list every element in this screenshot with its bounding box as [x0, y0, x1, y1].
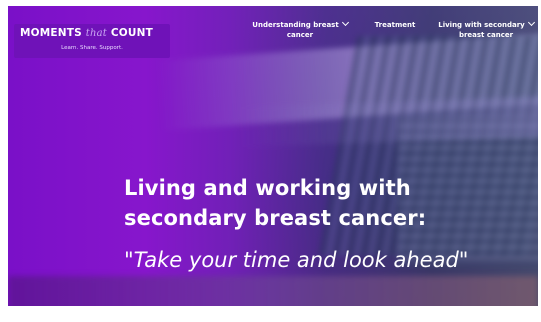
nav-living-with-secondary-breast-cancer[interactable]: Living with secondary breast cancer: [432, 18, 538, 40]
logo-word-that: that: [85, 28, 108, 39]
hero-banner: MOMENTS that COUNT Learn. Share. Support…: [8, 6, 538, 306]
site-logo[interactable]: MOMENTS that COUNT Learn. Share. Support…: [14, 24, 170, 58]
hero-title-line1: Living and working with: [124, 176, 411, 200]
nav-label-line1: Treatment: [374, 21, 416, 29]
nav-label-line1: Living with secondary: [438, 21, 525, 29]
logo-word-moments: MOMENTS: [20, 27, 86, 39]
nav-label-line2: cancer: [286, 31, 314, 39]
nav-label-line2: breast cancer: [458, 31, 514, 39]
background-floor: [8, 276, 538, 306]
logo-title: MOMENTS that COUNT: [20, 27, 153, 39]
logo-tagline: Learn. Share. Support.: [61, 45, 123, 51]
chevron-down-icon: [341, 18, 349, 27]
nav-treatment[interactable]: Treatment: [370, 20, 420, 30]
nav-label-line1: Understanding breast: [252, 21, 339, 29]
logo-word-count: COUNT: [107, 27, 153, 39]
hero-title-line2: secondary breast cancer:: [124, 206, 427, 230]
hero-quote: "Take your time and look ahead": [124, 248, 469, 272]
chevron-down-icon: [527, 18, 535, 27]
nav-understanding-breast-cancer[interactable]: Understanding breast cancer: [242, 18, 358, 40]
